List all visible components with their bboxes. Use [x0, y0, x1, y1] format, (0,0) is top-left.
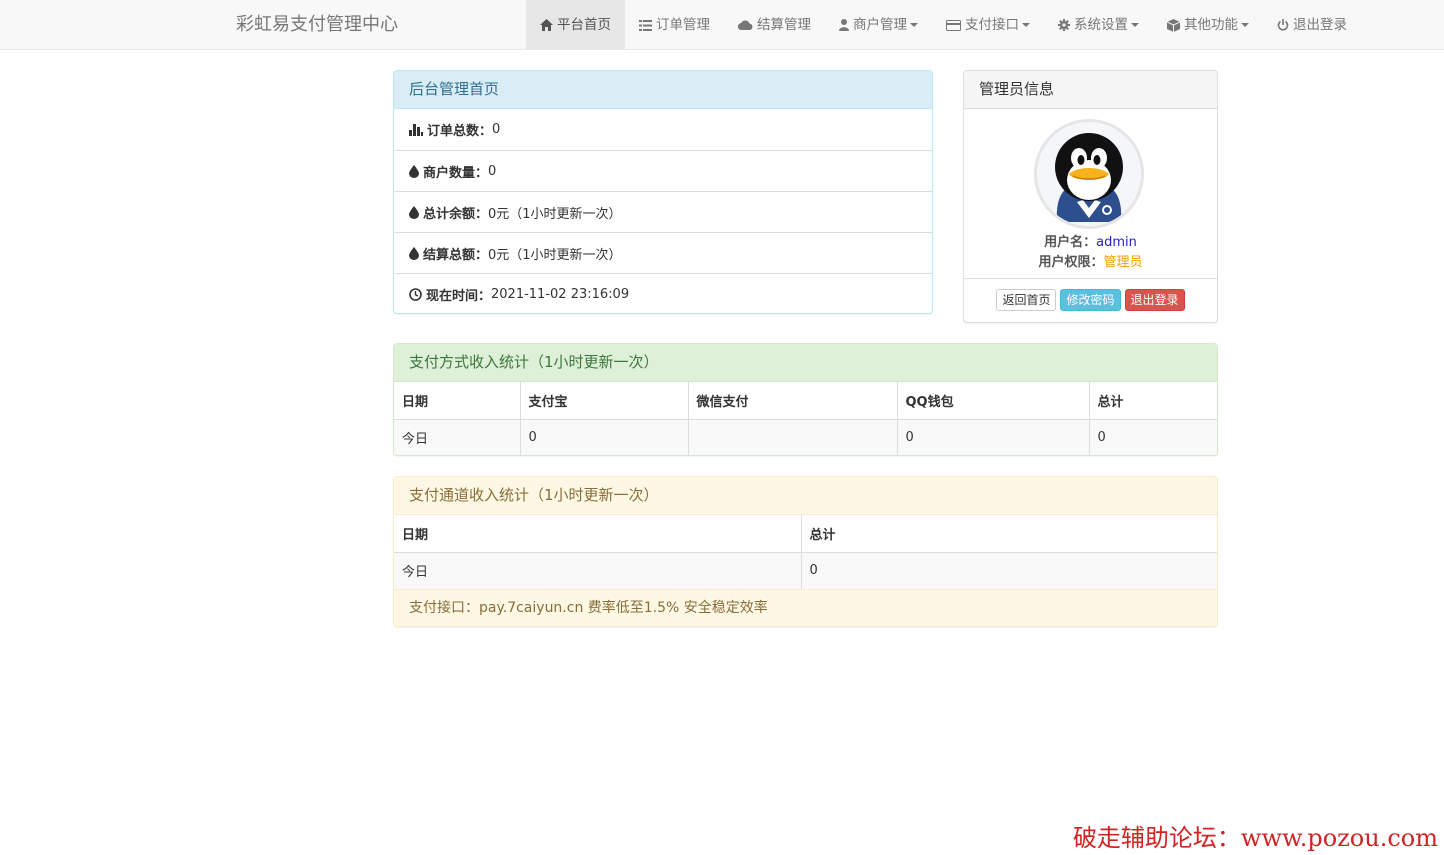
power-icon — [1277, 19, 1289, 31]
channel-stats-table: 日期 总计 今日 0 — [394, 515, 1217, 589]
tint-icon — [409, 164, 419, 178]
home-icon — [540, 19, 553, 31]
order-count-value: 0 — [492, 122, 501, 137]
settlement-total-label: 结算总额： — [423, 247, 489, 263]
nav-payment-api[interactable]: 支付接口 — [932, 0, 1044, 50]
col-wechat: 微信支付 — [688, 382, 898, 420]
channel-stats-title: 支付通道收入统计（1小时更新一次） — [394, 477, 1217, 515]
col-alipay: 支付宝 — [520, 382, 689, 420]
nav-logout[interactable]: 退出登录 — [1263, 0, 1361, 50]
nav-logout-label: 退出登录 — [1293, 17, 1347, 33]
overview-list: 订单总数： 0 商户数量： 0 总计余额： 0元（1小时更新一次） 结算总额： … — [394, 109, 932, 313]
admin-title: 管理员信息 — [964, 71, 1217, 109]
nav-system-settings[interactable]: 系统设置 — [1044, 0, 1153, 50]
chevron-down-icon — [910, 23, 918, 27]
channel-stats-panel: 支付通道收入统计（1小时更新一次） 日期 总计 今日 0 支付接口：pay.7c… — [393, 476, 1218, 627]
role-value: 管理员 — [1103, 255, 1143, 270]
gear-icon — [1058, 19, 1070, 31]
list-item-merchant-count: 商户数量： 0 — [394, 150, 932, 191]
nav-merchants-label: 商户管理 — [853, 17, 907, 33]
cell-qqwallet: 0 — [897, 419, 1090, 455]
nav-orders[interactable]: 订单管理 — [625, 0, 724, 50]
col-total: 总计 — [801, 515, 1217, 553]
table-header-row: 日期 总计 — [394, 515, 1217, 553]
penguin-avatar-icon — [1037, 122, 1141, 226]
logout-button[interactable]: 退出登录 — [1124, 289, 1185, 311]
nav-settlement-label: 结算管理 — [757, 17, 811, 33]
table-row: 今日 0 — [394, 552, 1217, 589]
return-home-button[interactable]: 返回首页 — [996, 289, 1057, 311]
overview-title: 后台管理首页 — [394, 71, 932, 109]
main-nav: 平台首页 订单管理 结算管理 商户管理 支付接口 系统设置 其他功能 退出登录 — [526, 0, 1361, 50]
nav-home-label: 平台首页 — [557, 17, 611, 33]
col-total: 总计 — [1089, 382, 1217, 420]
nav-payment-api-label: 支付接口 — [965, 17, 1019, 33]
watermark: 破走辅助论坛：www.pozou.com — [1072, 824, 1438, 852]
admin-username-line: 用户名：admin — [964, 231, 1217, 250]
cloud-icon — [738, 20, 753, 30]
overview-panel: 后台管理首页 订单总数： 0 商户数量： 0 总计余额： 0元（1小时更新一次）… — [393, 70, 933, 314]
col-qqwallet: QQ钱包 — [897, 382, 1090, 420]
nav-other-functions[interactable]: 其他功能 — [1153, 0, 1263, 50]
payment-method-stats-title: 支付方式收入统计（1小时更新一次） — [394, 344, 1217, 382]
cube-icon — [1167, 18, 1180, 32]
cell-total: 0 — [1097, 430, 1106, 446]
list-icon — [639, 19, 652, 31]
total-balance-value: 0元（1小时更新一次） — [488, 206, 622, 222]
nav-merchants[interactable]: 商户管理 — [825, 0, 932, 50]
cell-date: 今日 — [394, 552, 802, 589]
payment-method-stats-panel: 支付方式收入统计（1小时更新一次） 日期 支付宝 微信支付 QQ钱包 总计 今日… — [393, 343, 1218, 456]
list-item-total-balance: 总计余额： 0元（1小时更新一次） — [394, 191, 932, 232]
current-time-value: 2021-11-02 23:16:09 — [491, 286, 630, 302]
cell-date: 今日 — [394, 419, 521, 455]
table-header-row: 日期 支付宝 微信支付 QQ钱包 总计 — [394, 382, 1217, 420]
chevron-down-icon — [1241, 23, 1249, 27]
nav-system-settings-label: 系统设置 — [1074, 17, 1128, 33]
list-item-current-time: 现在时间： 2021-11-02 23:16:09 — [394, 273, 932, 313]
admin-role-line: 用户权限：管理员 — [964, 251, 1217, 270]
nav-orders-label: 订单管理 — [656, 17, 710, 33]
merchant-count-value: 0 — [488, 163, 497, 179]
payment-api-footer: 支付接口：pay.7caiyun.cn 费率低至1.5% 安全稳定效率 — [394, 589, 1217, 626]
bar-chart-icon — [409, 123, 423, 136]
tint-icon — [409, 205, 419, 219]
cell-alipay: 0 — [520, 419, 689, 455]
nav-other-functions-label: 其他功能 — [1184, 17, 1238, 33]
username-value: admin — [1096, 235, 1137, 250]
cell-wechat — [688, 419, 898, 455]
list-item-settlement-total: 结算总额： 0元（1小时更新一次） — [394, 232, 932, 273]
user-icon — [839, 19, 849, 31]
admin-body: 用户名：admin 用户权限：管理员 — [964, 109, 1217, 279]
role-label: 用户权限： — [1038, 255, 1104, 270]
current-time-label: 现在时间： — [426, 288, 492, 304]
cell-total: 0 — [809, 563, 818, 579]
chevron-down-icon — [1131, 23, 1139, 27]
top-navbar: 彩虹易支付管理中心 平台首页 订单管理 结算管理 商户管理 支付接口 系统设置 — [0, 0, 1444, 50]
settlement-total-value: 0元（1小时更新一次） — [488, 247, 622, 263]
nav-home[interactable]: 平台首页 — [526, 0, 625, 50]
username-label: 用户名： — [1044, 235, 1097, 250]
credit-card-icon — [946, 19, 961, 31]
avatar — [1034, 119, 1144, 229]
merchant-count-label: 商户数量： — [423, 165, 489, 181]
clock-icon — [409, 287, 422, 301]
order-count-label: 订单总数： — [427, 124, 493, 139]
table-row: 今日 0 0 0 — [394, 419, 1217, 455]
tint-icon — [409, 246, 419, 260]
list-item-order-count: 订单总数： 0 — [394, 109, 932, 150]
nav-settlement[interactable]: 结算管理 — [724, 0, 825, 50]
brand-title[interactable]: 彩虹易支付管理中心 — [236, 0, 398, 50]
total-balance-label: 总计余额： — [423, 206, 489, 222]
col-date: 日期 — [394, 515, 802, 553]
admin-actions: 返回首页 修改密码 退出登录 — [964, 289, 1217, 311]
chevron-down-icon — [1022, 23, 1030, 27]
change-password-button[interactable]: 修改密码 — [1060, 289, 1121, 311]
col-date: 日期 — [394, 382, 521, 420]
payment-method-stats-table: 日期 支付宝 微信支付 QQ钱包 总计 今日 0 0 0 — [394, 382, 1217, 455]
admin-panel: 管理员信息 用户名：admin 用户权限：管理员 返回首页 修改密码 退出登录 — [963, 70, 1218, 323]
